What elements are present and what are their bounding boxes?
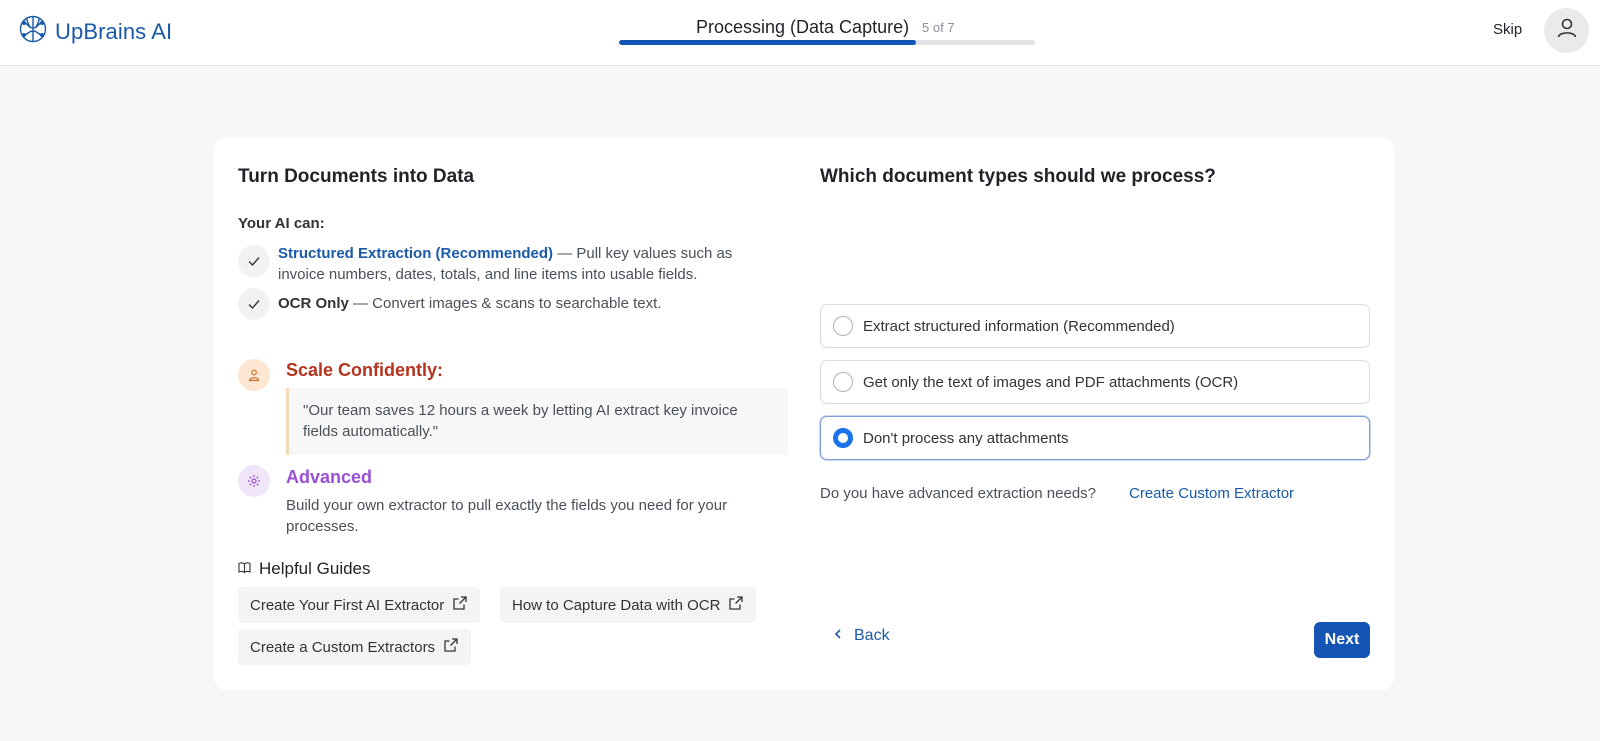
option-no-processing[interactable]: Don't process any attachments [820,416,1370,460]
radio-button[interactable] [833,316,853,336]
option-extract-structured[interactable]: Extract structured information (Recommen… [820,304,1370,348]
brand[interactable]: UpBrains AI [18,14,172,49]
advanced-title: Advanced [286,467,373,487]
progress-bar-fill [619,40,917,45]
next-button[interactable]: Next [1314,622,1370,658]
create-custom-extractor-link[interactable]: Create Custom Extractor [1129,485,1294,502]
skip-button[interactable]: Skip [1493,21,1522,38]
scale-title: Scale Confidently: [286,360,444,380]
helpful-guides-label: Helpful Guides [259,559,371,578]
brand-name: UpBrains AI [55,18,173,44]
guide-label: Create Your First AI Extractor [250,596,445,614]
guide-create-first-extractor[interactable]: Create Your First AI Extractor [238,587,481,623]
option-ocr-only[interactable]: Get only the text of images and PDF atta… [820,360,1370,404]
avatar[interactable] [1544,8,1589,53]
feature-text: OCR Only — Convert images & scans to sea… [278,293,662,320]
progress-title: Processing (Data Capture) [696,17,910,37]
feature-text: Structured Extraction (Recommended) — Pu… [278,243,768,285]
option-label: Get only the text of images and PDF atta… [863,373,1239,391]
back-label: Back [854,627,890,644]
chevron-left-icon [834,627,842,645]
progress-bar [619,40,1035,45]
onboarding-card: Turn Documents into Data Your AI can: St… [214,137,1394,690]
feature-highlight: OCR Only [278,295,349,312]
check-icon [238,245,270,277]
radio-button[interactable] [833,372,853,392]
testimonial-quote: "Our team saves 12 hours a week by letti… [286,388,788,455]
gear-icon [238,465,270,497]
guide-capture-data-ocr[interactable]: How to Capture Data with OCR [500,587,757,623]
check-icon [238,288,270,320]
helpful-guides-heading: Helpful Guides [238,559,371,579]
back-button[interactable]: Back [834,627,890,645]
external-link-icon [443,637,459,657]
progress-step: 5 of 7 [922,20,955,35]
feature-ocr-only: OCR Only — Convert images & scans to sea… [238,288,768,320]
person-icon [238,359,270,391]
question-title: Which document types should we process? [820,166,1216,187]
book-icon [238,559,251,579]
user-icon [1555,16,1579,45]
feature-structured-extraction: Structured Extraction (Recommended) — Pu… [238,243,768,285]
ai-can-label: Your AI can: [238,215,325,232]
feature-highlight: Structured Extraction (Recommended) [278,245,554,262]
guide-label: Create a Custom Extractors [250,638,436,656]
left-title: Turn Documents into Data [238,166,475,187]
brain-circuit-icon [18,14,48,49]
top-bar: UpBrains AI Processing (Data Capture) 5 … [0,0,1600,66]
guide-create-custom-extractors[interactable]: Create a Custom Extractors [238,629,472,665]
option-label: Extract structured information (Recommen… [863,317,1175,335]
feature-description: — Convert images & scans to searchable t… [348,295,662,312]
external-link-icon [728,595,744,615]
advanced-needs-question: Do you have advanced extraction needs? [820,485,1097,502]
guide-label: How to Capture Data with OCR [512,596,721,614]
advanced-description: Build your own extractor to pull exactly… [286,497,728,535]
radio-button[interactable] [833,428,853,448]
option-label: Don't process any attachments [863,429,1069,447]
external-link-icon [452,595,468,615]
